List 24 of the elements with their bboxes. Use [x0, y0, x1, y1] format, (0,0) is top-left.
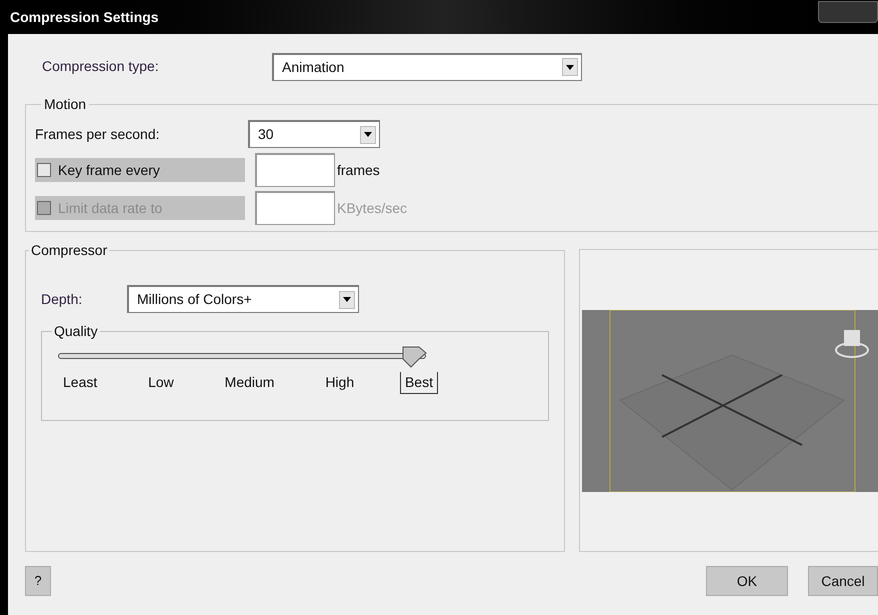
number-input[interactable]: [255, 153, 335, 187]
group-title: Quality: [53, 322, 99, 341]
quality-tick-label: Least: [62, 373, 98, 392]
field-label: Compression type:: [42, 57, 160, 76]
quality-tick-label: Best: [400, 372, 438, 394]
quality-tick-label: Medium: [224, 373, 276, 392]
quality-tick-label: Low: [147, 373, 175, 392]
option-checkbox[interactable]: Key frame every: [35, 158, 245, 182]
help-button[interactable]: ?: [25, 566, 51, 596]
number-input[interactable]: [255, 191, 335, 225]
compression-type-dropdown[interactable]: Animation: [272, 52, 582, 80]
cancel-button[interactable]: Cancel: [808, 566, 878, 596]
unit-label: frames: [337, 160, 380, 180]
slider-thumb[interactable]: [402, 346, 428, 368]
group-title: Motion: [43, 95, 88, 114]
field-label: Frames per second:: [35, 124, 160, 144]
quality-tick-label: High: [324, 373, 356, 392]
group-title: Compressor: [30, 241, 108, 260]
window-title: Compression Settings: [10, 8, 159, 27]
unit-label: KBytes/sec: [337, 198, 408, 218]
depth-dropdown[interactable]: Millions of Colors+: [127, 285, 359, 313]
ok-button[interactable]: OK: [706, 566, 788, 596]
field-label: Depth:: [41, 290, 84, 309]
fps-dropdown[interactable]: 30: [248, 120, 380, 148]
